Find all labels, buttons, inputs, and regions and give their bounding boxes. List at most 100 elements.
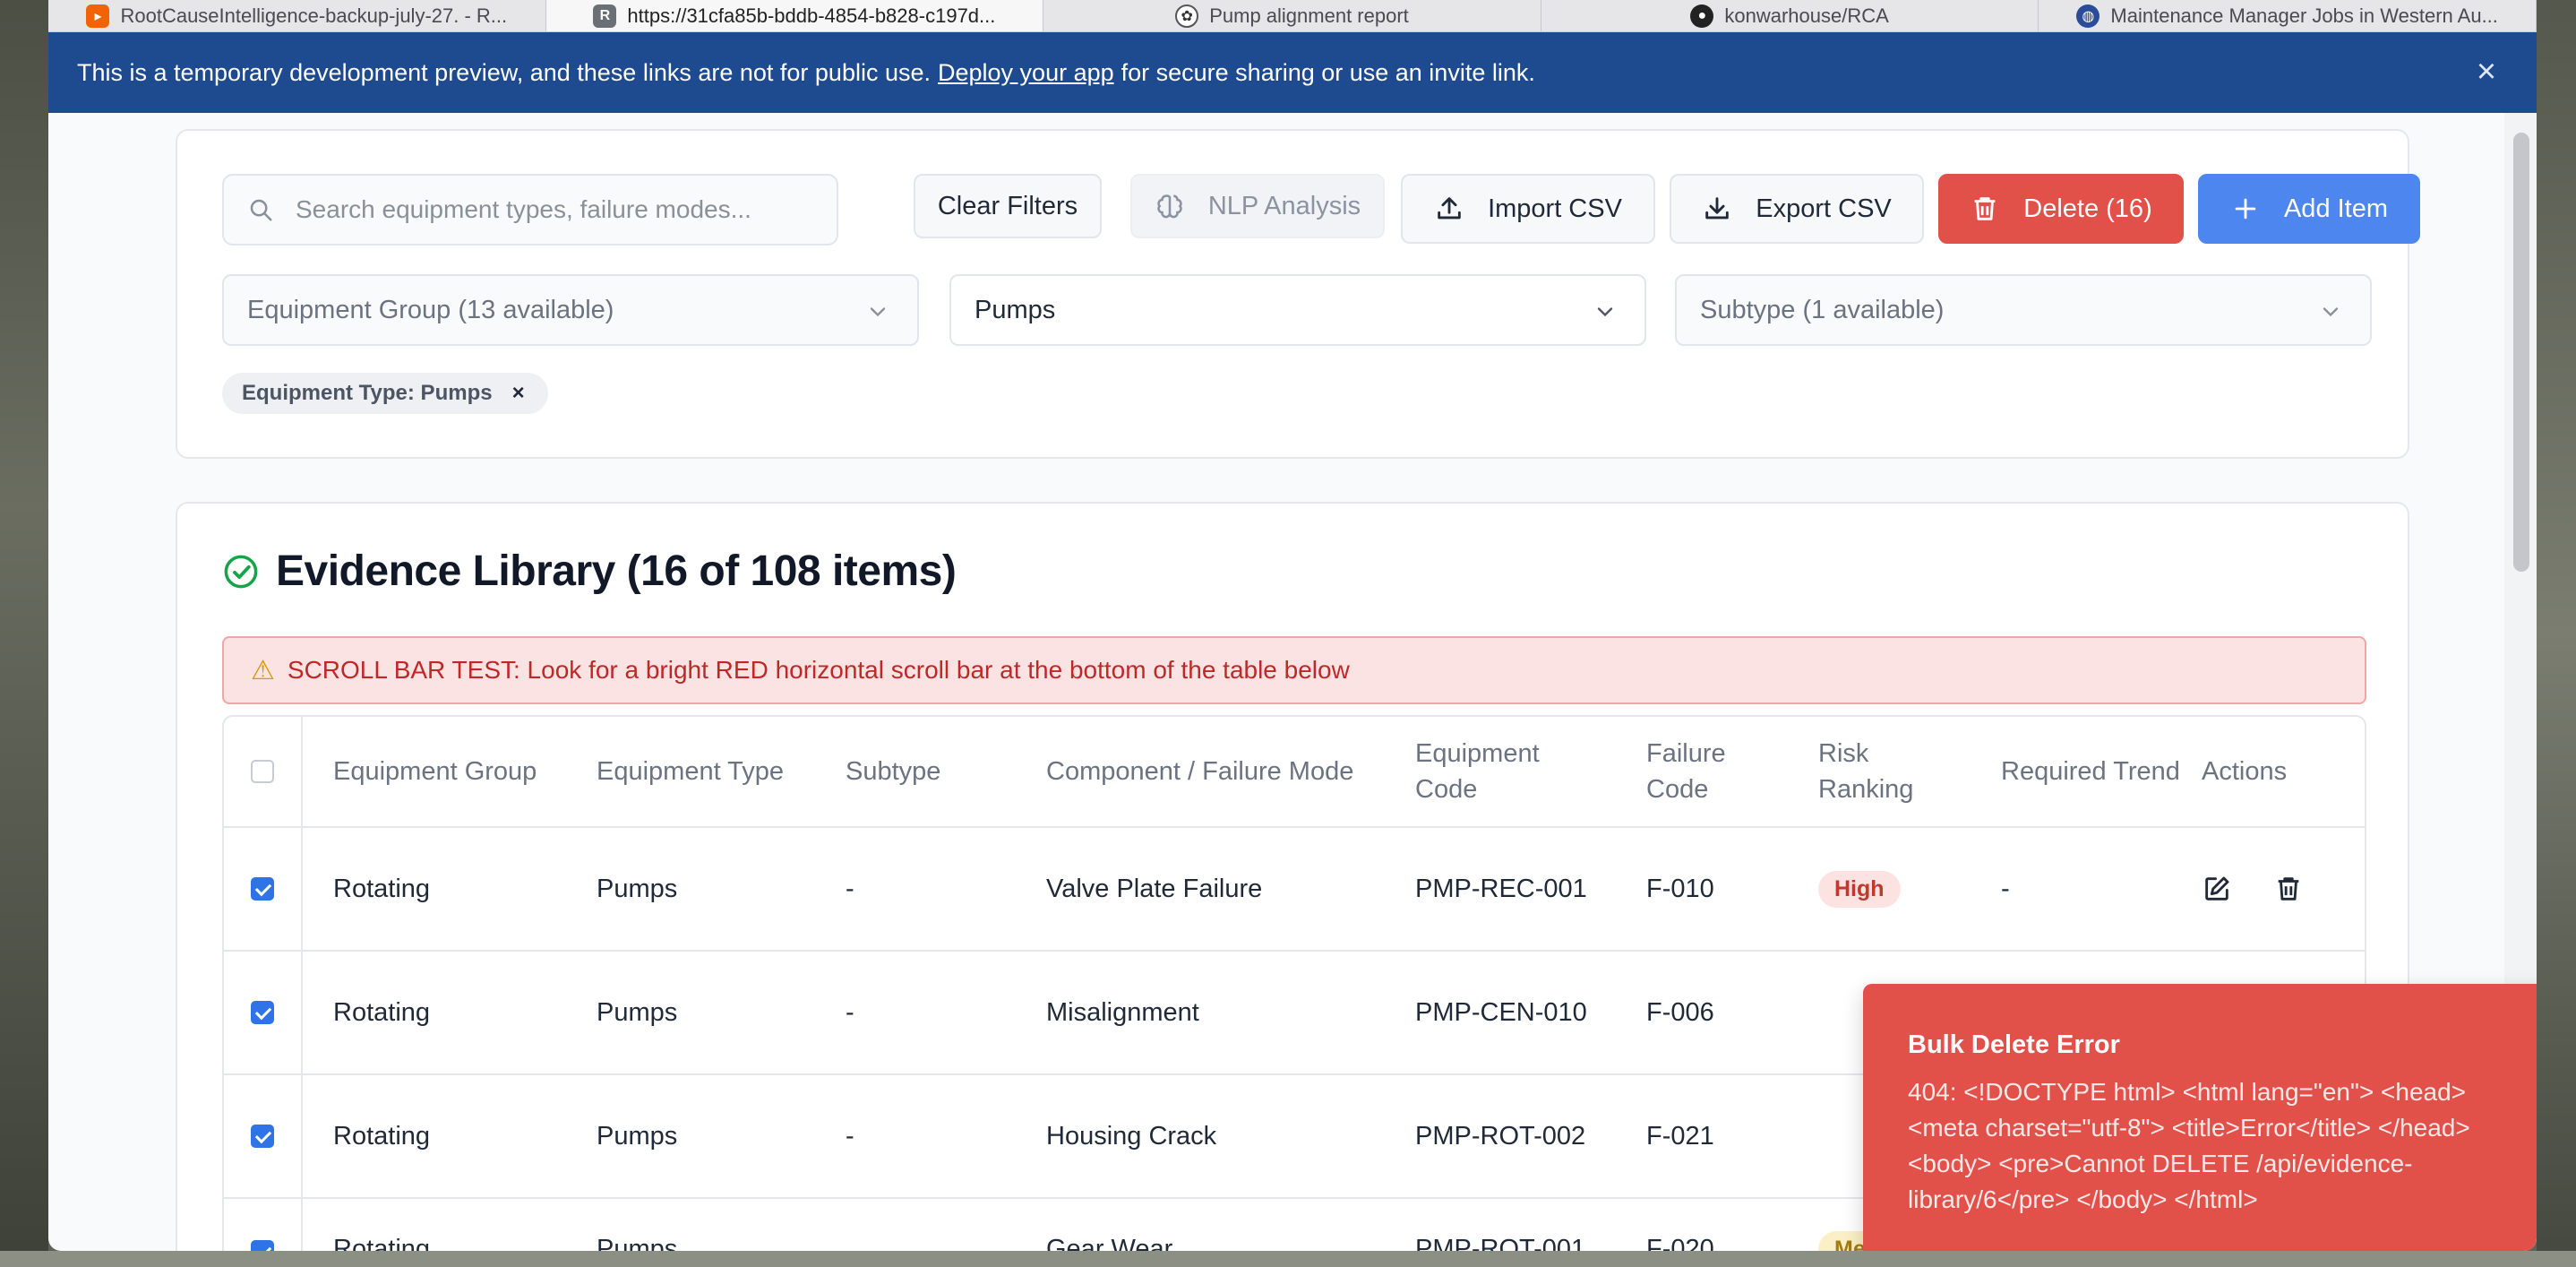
browser-tab-3[interactable]: ✿ Pump alignment report xyxy=(1043,0,1541,31)
cell-group: Rotating xyxy=(333,874,431,903)
tab-title: https://31cfa85b-bddb-4854-b828-c197d... xyxy=(627,4,996,27)
add-item-label: Add Item xyxy=(2283,194,2389,223)
cell-equipment-code: PMP-ROT-001 xyxy=(1415,1235,1586,1251)
cell-type: Pumps xyxy=(597,874,678,903)
cell-type: Pumps xyxy=(597,997,678,1027)
cell-equipment-code: PMP-REC-001 xyxy=(1415,874,1587,903)
alert-text: SCROLL BAR TEST: Look for a bright RED h… xyxy=(287,656,1350,684)
column-header-group[interactable]: Equipment Group xyxy=(333,717,593,826)
table-row[interactable]: Rotating Pumps - Valve Plate Failure PMP… xyxy=(224,828,2365,952)
cell-subtype: - xyxy=(846,997,854,1027)
cell-group: Rotating xyxy=(333,997,431,1027)
add-item-button[interactable]: Add Item xyxy=(2198,174,2420,244)
equipment-type-select[interactable]: Pumps xyxy=(949,274,1646,346)
column-header-required[interactable]: Required Trend Data xyxy=(2001,717,2180,826)
banner-text: This is a temporary development preview,… xyxy=(77,58,931,86)
table-header-row: Equipment Group Equipment Type Subtype C… xyxy=(224,717,2365,828)
plus-icon xyxy=(2235,198,2256,220)
equipment-group-value: Equipment Group (13 available) xyxy=(247,295,614,324)
export-csv-button[interactable]: Export CSV xyxy=(1670,174,1924,244)
tab-title: RootCauseIntelligence-backup-july-27. - … xyxy=(120,4,508,27)
active-filter-chip: Equipment Type: Pumps × xyxy=(222,373,548,414)
row-checkbox[interactable] xyxy=(251,1240,274,1251)
nlp-analysis-button[interactable]: NLP Analysis xyxy=(1130,174,1385,238)
cell-equipment-code: PMP-CEN-010 xyxy=(1415,997,1587,1027)
trash-icon xyxy=(1974,197,1996,220)
cell-equipment-code: PMP-ROT-002 xyxy=(1415,1121,1586,1151)
cell-component: Misalignment xyxy=(1046,997,1199,1027)
browser-tab-strip: ▸ RootCauseIntelligence-backup-july-27. … xyxy=(48,0,2537,32)
cell-type: Pumps xyxy=(597,1235,678,1251)
toast-title: Bulk Delete Error xyxy=(1908,1030,2120,1059)
desktop-background-bottom xyxy=(0,1251,2576,1267)
search-input[interactable] xyxy=(296,195,797,224)
column-header-component[interactable]: Component / Failure Mode xyxy=(1046,717,1404,826)
browser-tab-1[interactable]: ▸ RootCauseIntelligence-backup-july-27. … xyxy=(48,0,546,31)
row-checkbox[interactable] xyxy=(251,1125,274,1148)
chevron-down-icon xyxy=(1597,307,1613,317)
column-header-subtype[interactable]: Subtype xyxy=(846,717,1043,826)
download-icon xyxy=(1705,197,1729,220)
browser-tab-2[interactable]: R https://31cfa85b-bddb-4854-b828-c197d.… xyxy=(545,0,1044,31)
cell-failure-code: F-021 xyxy=(1646,1121,1714,1151)
warning-icon: ⚠ xyxy=(251,655,275,685)
cell-required: - xyxy=(2001,874,2010,903)
tab-title: Maintenance Manager Jobs in Western Au..… xyxy=(2110,4,2498,27)
select-all-cell xyxy=(224,717,303,826)
remove-filter-icon[interactable]: × xyxy=(512,381,525,406)
check-circle-icon xyxy=(224,555,258,588)
column-header-actions: Actions xyxy=(2202,757,2288,786)
column-header-failure-code[interactable]: Failure Code xyxy=(1646,717,1754,826)
banner-text-after: for secure sharing or use an invite link… xyxy=(1121,58,1535,86)
trash-icon[interactable] xyxy=(2273,874,2304,904)
cell-failure-code: F-006 xyxy=(1646,997,1714,1027)
select-all-checkbox[interactable] xyxy=(251,760,274,783)
tab-title: konwarhouse/RCA xyxy=(1724,4,1889,27)
deploy-link[interactable]: Deploy your app xyxy=(938,59,1114,87)
bulk-delete-error-toast[interactable]: Bulk Delete Error 404: <!DOCTYPE html> <… xyxy=(1863,984,2537,1251)
app-window: This is a temporary development preview,… xyxy=(48,32,2537,1251)
close-icon[interactable]: × xyxy=(2470,53,2503,90)
equipment-group-select[interactable]: Equipment Group (13 available) xyxy=(222,274,919,346)
dev-preview-banner: This is a temporary development preview,… xyxy=(48,32,2537,113)
evidence-library-heading: Evidence Library (16 of 108 items) xyxy=(222,547,957,596)
cell-component: Gear Wear xyxy=(1046,1235,1173,1251)
cell-group: Rotating xyxy=(333,1121,431,1151)
bulk-delete-button[interactable]: Delete (16) xyxy=(1938,174,2184,244)
subtype-select[interactable]: Subtype (1 available) xyxy=(1675,274,2372,346)
edit-icon[interactable] xyxy=(2202,874,2232,904)
row-select-cell xyxy=(224,1199,303,1251)
import-csv-button[interactable]: Import CSV xyxy=(1401,174,1655,244)
risk-badge: High xyxy=(1818,870,1901,908)
cell-group: Rotating xyxy=(333,1235,431,1251)
cell-subtype: - xyxy=(846,874,854,903)
column-header-equipment-code[interactable]: Equipment Code xyxy=(1415,717,1594,826)
search-box[interactable] xyxy=(222,174,838,246)
cell-failure-code: F-020 xyxy=(1646,1235,1714,1251)
desktop-background-right xyxy=(2537,0,2576,1267)
row-checkbox[interactable] xyxy=(251,1001,274,1024)
filter-chip-label: Equipment Type: Pumps xyxy=(242,381,493,405)
replit-icon: ▸ xyxy=(86,4,110,28)
cell-component: Valve Plate Failure xyxy=(1046,874,1263,903)
page-scrollbar-thumb[interactable] xyxy=(2513,133,2529,572)
clear-filters-button[interactable]: Clear Filters xyxy=(914,174,1102,238)
nlp-analysis-label: NLP Analysis xyxy=(1207,191,1361,220)
clear-filters-label: Clear Filters xyxy=(937,191,1078,220)
import-csv-label: Import CSV xyxy=(1488,194,1622,223)
column-header-type[interactable]: Equipment Type xyxy=(597,717,838,826)
row-checkbox[interactable] xyxy=(251,877,274,901)
chevron-down-icon xyxy=(2323,307,2339,317)
chevron-down-icon xyxy=(870,307,886,317)
cell-component: Housing Crack xyxy=(1046,1121,1217,1151)
browser-tab-5[interactable]: ◍ Maintenance Manager Jobs in Western Au… xyxy=(2039,0,2537,31)
filter-panel: Clear Filters NLP Analysis Import CSV Ex… xyxy=(176,129,2420,459)
cell-type: Pumps xyxy=(597,1121,678,1151)
toast-message: 404: <!DOCTYPE html> <html lang="en"> <h… xyxy=(1908,1078,2470,1213)
search-icon xyxy=(250,199,272,221)
r-letter-icon: R xyxy=(593,4,617,28)
globe-icon: ◍ xyxy=(2076,4,2100,28)
row-select-cell xyxy=(224,828,303,950)
column-header-risk[interactable]: Risk Ranking xyxy=(1818,717,1944,826)
browser-tab-4[interactable]: ● konwarhouse/RCA xyxy=(1541,0,2039,31)
